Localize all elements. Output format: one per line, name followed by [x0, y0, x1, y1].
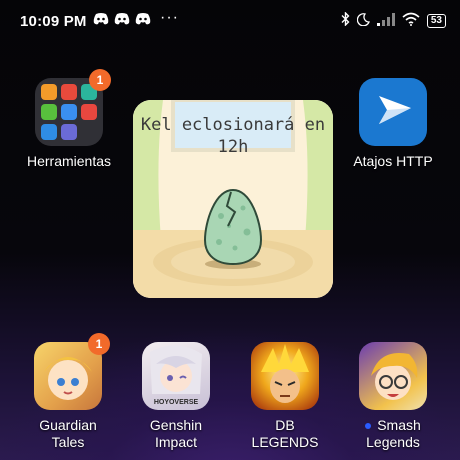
status-bar: 10:09 PM ··· 53 [0, 0, 460, 44]
widget-message-line1: Kel eclosionará en [140, 115, 326, 135]
wifi-icon [402, 12, 420, 29]
app-db-legends[interactable]: DB LEGENDS [240, 342, 330, 451]
egg-hatch-widget[interactable]: Kel eclosionará en 12h [133, 100, 333, 298]
discord-notification-icon [93, 13, 109, 28]
new-app-dot-icon [365, 423, 372, 430]
notification-badge: 1 [89, 69, 111, 91]
app-smash-legends[interactable]: Smash Legends [348, 342, 438, 451]
app-label: DB LEGENDS [251, 417, 319, 450]
discord-notification-icon [135, 13, 151, 28]
db-legends-icon[interactable] [251, 342, 319, 410]
app-guardian-tales[interactable]: 1 Guardian Tales [23, 333, 113, 451]
hoyoverse-wordmark: HOYOVERSE [153, 399, 199, 406]
system-indicators: 53 [341, 11, 446, 29]
bluetooth-icon [341, 11, 350, 29]
clock: 10:09 PM [20, 13, 87, 30]
guardian-tales-icon[interactable]: 1 [34, 333, 110, 410]
app-label: Herramientas [26, 153, 112, 169]
app-label-line2: Impact [154, 434, 197, 450]
app-label-line1: Genshin [149, 417, 203, 433]
notification-badge: 1 [88, 333, 110, 355]
app-label: Guardian Tales [39, 417, 97, 450]
widget-message: Kel eclosionará en 12h [133, 114, 333, 158]
folder-icon[interactable]: 1 [35, 69, 111, 146]
app-label: Smash Legends [348, 417, 438, 451]
battery-indicator: 53 [426, 13, 446, 28]
app-label-text: Smash [377, 417, 421, 433]
do-not-disturb-moon-icon [356, 12, 370, 29]
egg-icon [203, 188, 263, 269]
play-arrow-icon[interactable] [359, 78, 427, 146]
genshin-impact-icon[interactable]: HOYOVERSE [142, 342, 210, 410]
app-label: Genshin Impact [131, 417, 221, 451]
app-label-line1: Smash [348, 417, 438, 434]
discord-notification-icon [114, 13, 130, 28]
signal-strength-icon [376, 12, 395, 29]
app-genshin-impact[interactable]: HOYOVERSE Genshin Impact [131, 342, 221, 451]
app-herramientas-folder[interactable]: 1 Herramientas [24, 69, 114, 170]
smash-legends-icon[interactable] [359, 342, 427, 410]
app-label: Atajos HTTP [353, 153, 433, 169]
more-notifications-icon: ··· [160, 9, 179, 26]
widget-message-line2: 12h [217, 137, 249, 157]
app-atajos-http[interactable]: Atajos HTTP [348, 78, 438, 170]
app-label-line2: Legends [366, 434, 420, 450]
